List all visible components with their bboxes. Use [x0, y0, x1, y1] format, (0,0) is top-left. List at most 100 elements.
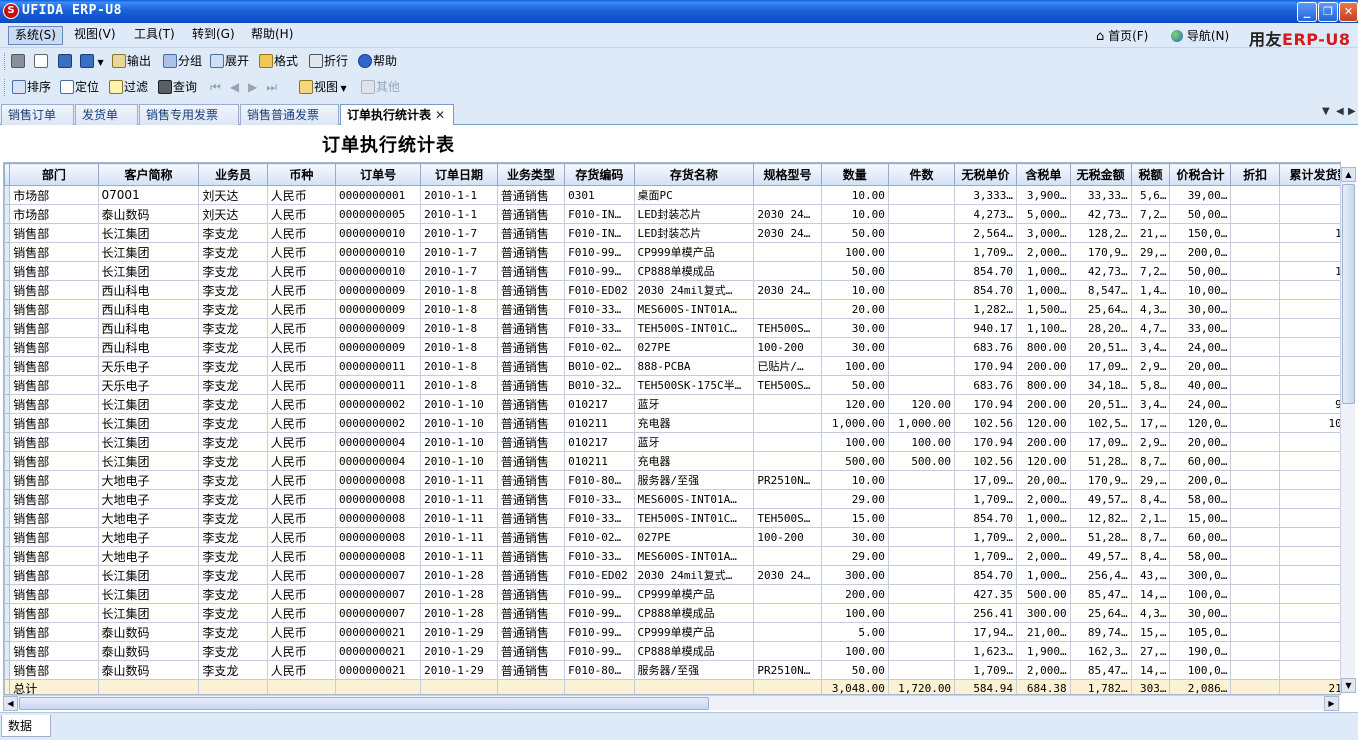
table-cell[interactable]	[1230, 489, 1280, 509]
table-cell[interactable]: 3,333…	[954, 185, 1018, 205]
table-cell[interactable]	[1230, 223, 1280, 243]
table-cell[interactable]: 人民币	[266, 242, 337, 262]
table-cell[interactable]: F010-99…	[564, 603, 635, 623]
table-row[interactable]: 销售部 西山科电 李支龙 人民币 0000000009 2010-1-8 普通销售 F010-…	[4, 280, 1340, 300]
column-header[interactable]: 币种	[266, 163, 337, 186]
table-cell[interactable]: 30,00…	[1169, 603, 1232, 623]
table-cell[interactable]: 2010-1-8	[420, 299, 498, 319]
table-cell[interactable]: 人民币	[266, 204, 337, 224]
table-cell[interactable]: F010-99…	[564, 242, 635, 262]
table-cell[interactable]: 24,00…	[1169, 394, 1232, 414]
table-cell[interactable]: 2010-1-1	[420, 204, 498, 224]
table-cell[interactable]: 7,2…	[1130, 261, 1171, 281]
table-cell[interactable]: 销售部	[9, 299, 99, 319]
table-cell[interactable]: 0000000009	[335, 299, 422, 319]
table-cell[interactable]: 2010-1-28	[420, 584, 498, 604]
nav-link[interactable]: 导航(N)	[1171, 27, 1229, 44]
locate-button[interactable]: 定位	[60, 77, 99, 97]
table-cell[interactable]: 4,3…	[1130, 299, 1171, 319]
table-cell[interactable]: 人民币	[266, 641, 337, 661]
table-cell[interactable]: 800.00	[1016, 337, 1071, 357]
table-cell[interactable]	[753, 546, 822, 566]
expand-button[interactable]: 展开	[210, 51, 249, 71]
tab-ordinary-invoice[interactable]: 销售普通发票	[240, 104, 339, 125]
table-cell[interactable]: MES600S-INT01A…	[633, 489, 755, 509]
table-cell[interactable]: 102,5…	[1069, 413, 1132, 433]
table-cell[interactable]: 1,4…	[1130, 280, 1171, 300]
table-cell[interactable]: 210.00	[1278, 679, 1340, 694]
scroll-left-icon[interactable]: ◀	[3, 696, 18, 711]
table-cell[interactable]: 蓝牙	[633, 394, 755, 414]
table-cell[interactable]: 14,…	[1130, 660, 1171, 680]
table-cell[interactable]: 2030 24…	[753, 565, 822, 585]
table-cell[interactable]: 普通销售	[496, 413, 566, 433]
table-cell[interactable]	[1278, 584, 1340, 604]
table-cell[interactable]: 1,709…	[954, 489, 1018, 509]
table-cell[interactable]: 25,64…	[1069, 299, 1132, 319]
table-row[interactable]: 销售部 泰山数码 李支龙 人民币 0000000021 2010-1-29 普通销售 F010…	[4, 641, 1340, 661]
table-cell[interactable]: F010-02…	[564, 527, 635, 547]
table-cell[interactable]: 100.00	[820, 432, 889, 452]
table-cell[interactable]	[198, 679, 268, 694]
table-cell[interactable]: 29.00	[820, 546, 889, 566]
table-cell[interactable]: 销售部	[9, 432, 99, 452]
table-cell[interactable]: F010-IN…	[564, 204, 635, 224]
table-cell[interactable]: 15,…	[1130, 622, 1171, 642]
table-row[interactable]: 销售部 大地电子 李支龙 人民币 0000000008 2010-1-11 普通销售 F010…	[4, 546, 1340, 566]
table-cell[interactable]: 刘天达	[198, 204, 268, 224]
table-cell[interactable]: 人民币	[266, 527, 337, 547]
table-cell[interactable]: 人民币	[266, 584, 337, 604]
table-cell[interactable]: 5,6…	[1130, 185, 1171, 205]
table-cell[interactable]: 8,4…	[1130, 546, 1171, 566]
table-cell[interactable]: 170.94	[954, 356, 1018, 376]
table-cell[interactable]: 销售部	[9, 603, 99, 623]
table-cell[interactable]: 162,3…	[1069, 641, 1132, 661]
table-cell[interactable]: 29,…	[1130, 470, 1171, 490]
table-cell[interactable]: 普通销售	[496, 527, 566, 547]
column-header[interactable]: 件数	[887, 163, 956, 186]
table-cell[interactable]: 10,00…	[1169, 280, 1232, 300]
table-cell[interactable]	[887, 318, 956, 338]
table-cell[interactable]: 128,2…	[1069, 223, 1132, 243]
table-cell[interactable]	[887, 622, 956, 642]
table-cell[interactable]: 李支龙	[198, 546, 268, 566]
table-cell[interactable]: 2030 24mil复式…	[633, 280, 755, 300]
table-cell[interactable]: 683.76	[954, 375, 1018, 395]
table-cell[interactable]: 12,82…	[1069, 508, 1132, 528]
table-cell[interactable]: 西山科电	[97, 318, 200, 338]
table-cell[interactable]: 50.00	[820, 223, 889, 243]
table-row[interactable]: 销售部 长江集团 李支龙 人民币 0000000010 2010-1-7 普通销售 F010-…	[4, 223, 1340, 243]
table-row[interactable]: 销售部 天乐电子 李支龙 人民币 0000000011 2010-1-8 普通销售 B010-…	[4, 375, 1340, 395]
table-cell[interactable]: CP888单模成品	[633, 641, 755, 661]
table-cell[interactable]: 1,000…	[1016, 280, 1071, 300]
table-cell[interactable]: 李支龙	[198, 584, 268, 604]
tab-scroll-right[interactable]: ▶	[1348, 106, 1356, 117]
table-cell[interactable]: 蓝牙	[633, 432, 755, 452]
query-button[interactable]: 查询	[158, 77, 197, 97]
table-cell[interactable]: 天乐电子	[97, 356, 200, 376]
table-cell[interactable]: 100.00	[820, 242, 889, 262]
table-cell[interactable]: 17,09…	[1069, 432, 1132, 452]
table-cell[interactable]: 0000000008	[335, 508, 422, 528]
output-button[interactable]: 输出	[112, 51, 151, 71]
table-cell[interactable]: 1,709…	[954, 242, 1018, 262]
table-cell[interactable]: 销售部	[9, 641, 99, 661]
table-cell[interactable]: 2010-1-7	[420, 261, 498, 281]
table-cell[interactable]: 15.00	[820, 508, 889, 528]
table-cell[interactable]: 人民币	[266, 489, 337, 509]
table-cell[interactable]: 1,709…	[954, 660, 1018, 680]
table-cell[interactable]: 17,94…	[954, 622, 1018, 642]
table-cell[interactable]: 2010-1-11	[420, 508, 498, 528]
table-cell[interactable]: 普通销售	[496, 489, 566, 509]
total-row[interactable]: ✎总计 3,048.001,720.00584.94684.381,782…303…	[4, 679, 1340, 694]
table-cell[interactable]: 010211	[564, 413, 635, 433]
table-cell[interactable]: 800.00	[1016, 375, 1071, 395]
table-cell[interactable]: 200.00	[820, 584, 889, 604]
table-cell[interactable]: 010217	[564, 394, 635, 414]
table-cell[interactable]: 10.00	[820, 470, 889, 490]
table-cell[interactable]: 2,1…	[1130, 508, 1171, 528]
table-cell[interactable]: 大地电子	[97, 508, 200, 528]
table-cell[interactable]: 27,…	[1130, 641, 1171, 661]
last-page-icon[interactable]: ⏭	[266, 80, 286, 94]
table-cell[interactable]: 李支龙	[198, 527, 268, 547]
